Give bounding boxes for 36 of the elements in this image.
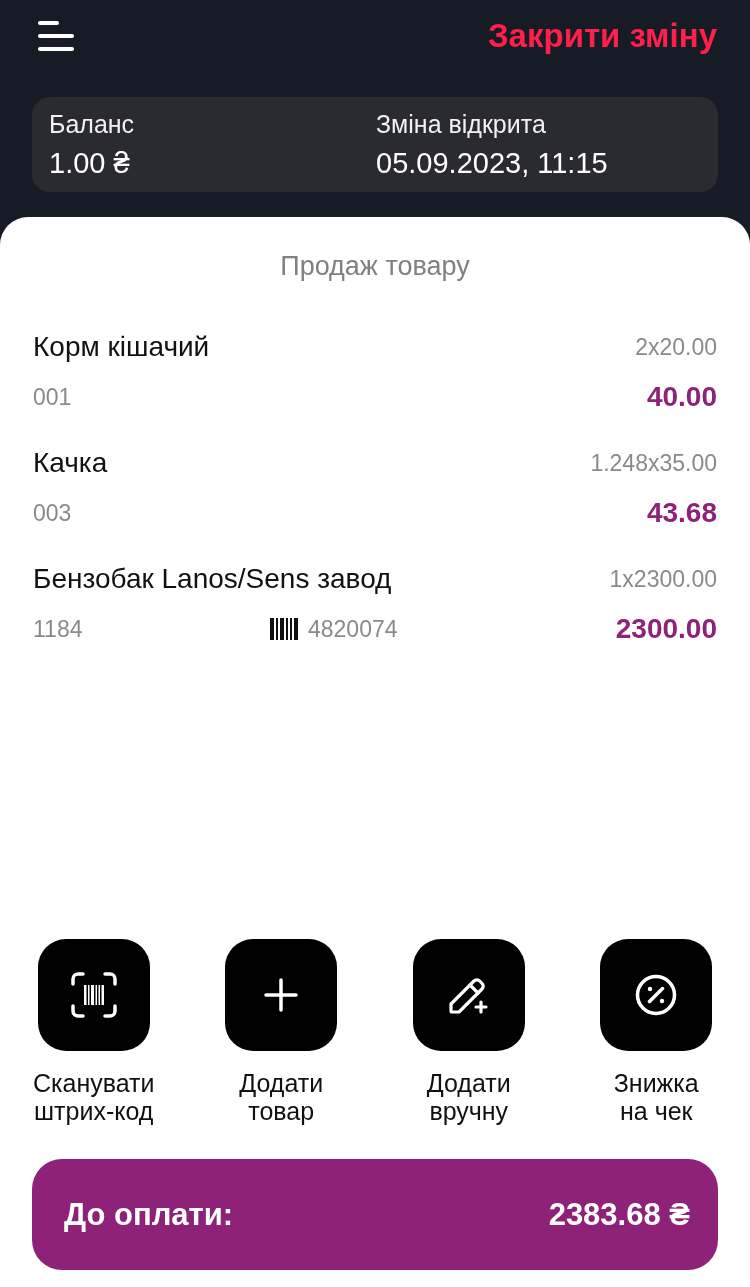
line-total: 2300.00 xyxy=(615,612,717,646)
scan-barcode-button[interactable] xyxy=(37,939,150,1051)
pencil-plus-icon xyxy=(448,975,489,1015)
quantity-price: 2x20.00 xyxy=(635,333,717,362)
barcode-scan-icon xyxy=(70,972,117,1018)
section-title: Продаж товару xyxy=(280,251,470,281)
pay-button[interactable]: До оплати: 2383.68 ₴ xyxy=(32,1159,718,1270)
product-name: Бензобак Lanos/Sens завод xyxy=(33,562,392,596)
menu-button[interactable] xyxy=(38,21,74,51)
action-label: Сканувати штрих-код xyxy=(33,1069,155,1125)
amount-due: 2383.68 ₴ xyxy=(548,1196,690,1233)
add-product-button[interactable] xyxy=(225,939,338,1051)
balance-value: 1.00 ₴ xyxy=(49,146,131,181)
product-name: Корм кішачий xyxy=(33,330,210,364)
discount-button[interactable] xyxy=(600,939,713,1051)
barcode-number: 4820074 xyxy=(308,615,398,644)
product-name: Качка xyxy=(33,446,108,480)
close-shift-button[interactable]: Закрити зміну xyxy=(487,16,717,56)
percent-circle-icon xyxy=(635,974,678,1016)
menu-icon xyxy=(38,21,74,51)
barcode-icon xyxy=(270,618,298,640)
line-total: 40.00 xyxy=(646,380,717,414)
action-label: Знижка на чек xyxy=(613,1069,699,1125)
shift-opened-time: 05.09.2023, 11:15 xyxy=(376,146,609,181)
quantity-price: 1.248x35.00 xyxy=(590,449,717,478)
shift-status-label: Зміна відкрита xyxy=(376,109,547,139)
manual-entry-button[interactable] xyxy=(412,939,525,1051)
line-total: 43.68 xyxy=(646,496,717,530)
product-code: 001 xyxy=(33,383,73,412)
quantity-price: 1x2300.00 xyxy=(609,565,717,594)
product-code: 1184 xyxy=(33,615,84,644)
action-label: Додати товар xyxy=(239,1069,324,1125)
plus-icon xyxy=(264,978,299,1012)
action-label: Додати вручну xyxy=(426,1069,511,1125)
balance-label: Баланс xyxy=(49,109,136,139)
product-code: 003 xyxy=(33,499,73,528)
